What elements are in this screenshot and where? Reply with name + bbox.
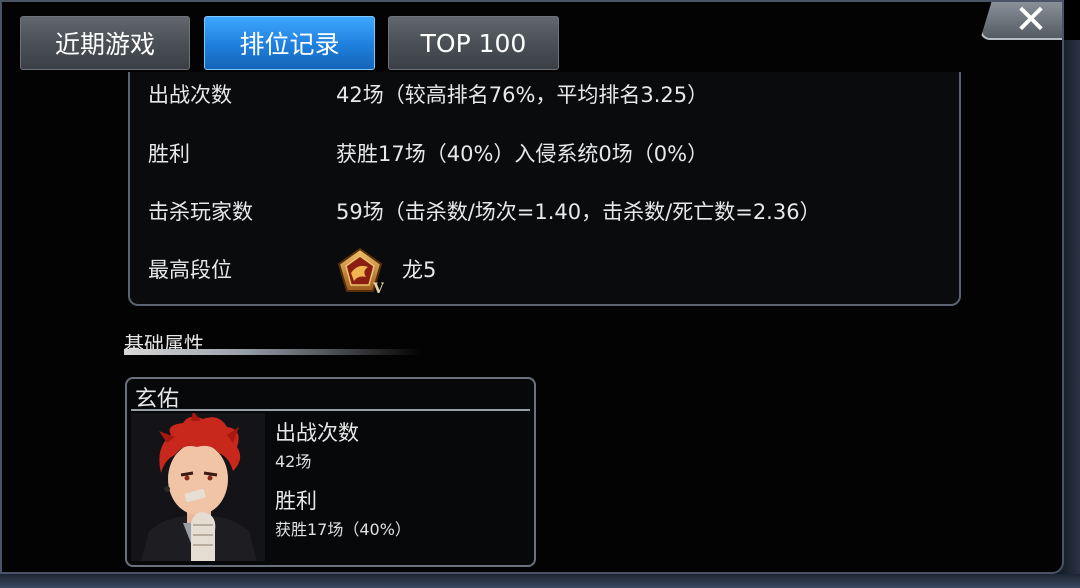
character-stat-value-matches: 42场: [275, 452, 312, 471]
svg-text:V: V: [372, 281, 384, 295]
stat-row-wins: 胜利 获胜17场（40%）入侵系统0场（0%）: [148, 133, 959, 173]
character-stat-label-matches: 出战次数: [275, 421, 359, 445]
game-screen: 近期游戏 排位记录 TOP 100 ✕ 出战次数 42场（较高排名76%，平均排…: [0, 0, 1080, 588]
stat-value: 59场（击杀数/场次=1.40，击杀数/死亡数=2.36）: [336, 200, 821, 224]
stat-label: 出战次数: [148, 83, 232, 107]
character-stat-label-wins: 胜利: [275, 489, 317, 513]
tab-ranked-records[interactable]: 排位记录: [204, 16, 375, 70]
stat-label: 最高段位: [148, 258, 232, 282]
dragon-rank-emblem-icon: V: [336, 247, 385, 297]
tab-top-100[interactable]: TOP 100: [388, 16, 559, 70]
stat-value: 42场（较高排名76%，平均排名3.25）: [336, 83, 709, 107]
character-card-divider: [131, 409, 530, 411]
highest-rank-value: 龙5: [402, 258, 437, 282]
character-card[interactable]: 玄佑 出战次数 42场 胜利 获胜17场（40%）: [125, 377, 536, 567]
tab-recent-games[interactable]: 近期游戏: [20, 16, 190, 70]
stat-row-matches: 出战次数 42场（较高排名76%，平均排名3.25）: [148, 74, 959, 114]
ranked-records-dialog: 近期游戏 排位记录 TOP 100 ✕ 出战次数 42场（较高排名76%，平均排…: [0, 0, 1064, 574]
character-portrait: [131, 413, 265, 561]
character-stat-value-wins: 获胜17场（40%）: [275, 520, 411, 539]
stat-label: 击杀玩家数: [148, 200, 253, 224]
close-icon: ✕: [1014, 0, 1048, 43]
stat-label: 胜利: [148, 142, 190, 166]
section-divider: [124, 349, 420, 355]
close-button[interactable]: ✕: [980, 2, 1062, 40]
stat-row-kills: 击杀玩家数 59场（击杀数/场次=1.40，击杀数/死亡数=2.36）: [148, 191, 959, 231]
ranked-stats-panel: 出战次数 42场（较高排名76%，平均排名3.25） 胜利 获胜17场（40%）…: [128, 72, 961, 306]
stat-value: 获胜17场（40%）入侵系统0场（0%）: [336, 142, 709, 166]
background-bottom-bar: [0, 574, 1080, 588]
stat-row-highest-rank: 最高段位 V 龙5: [148, 247, 959, 297]
